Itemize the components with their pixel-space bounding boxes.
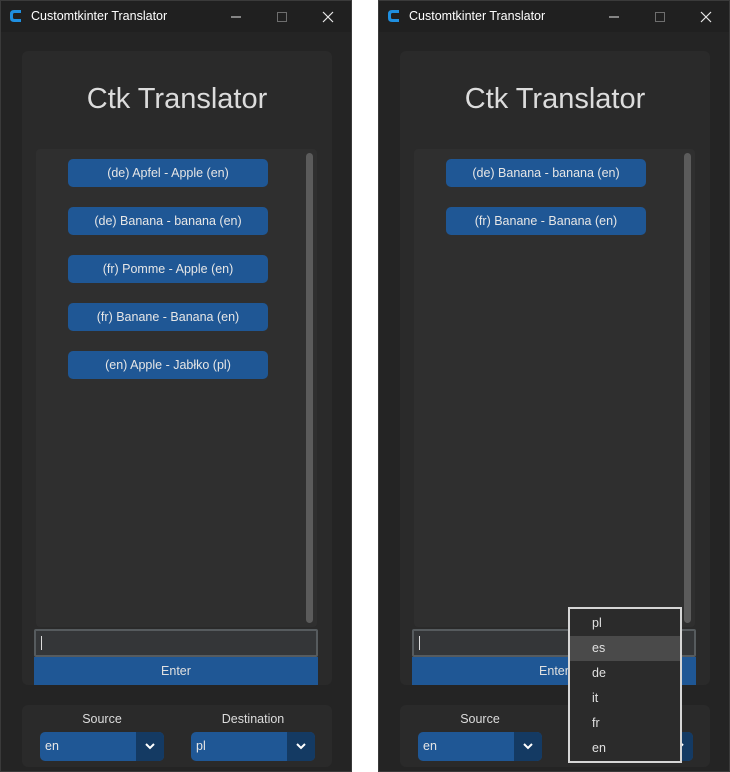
title-bar[interactable]: Customtkinter Translator bbox=[1, 1, 351, 32]
maximize-button[interactable] bbox=[637, 1, 683, 32]
close-button[interactable] bbox=[683, 1, 729, 32]
source-dropdown-arrow[interactable] bbox=[136, 732, 164, 761]
customtkinter-logo-icon bbox=[10, 10, 21, 22]
translation-entry[interactable]: (en) Apple - Jabłko (pl) bbox=[68, 351, 268, 379]
source-language-value: en bbox=[423, 739, 437, 753]
source-label: Source bbox=[82, 712, 122, 726]
maximize-button[interactable] bbox=[259, 1, 305, 32]
customtkinter-logo-icon bbox=[388, 10, 399, 22]
dropdown-option[interactable]: en bbox=[570, 736, 680, 761]
close-icon bbox=[322, 11, 334, 23]
chevron-down-icon bbox=[523, 743, 533, 750]
scrollbar[interactable] bbox=[306, 153, 313, 623]
minimize-button[interactable] bbox=[213, 1, 259, 32]
destination-label: Destination bbox=[221, 712, 285, 726]
destination-language-select[interactable]: pl bbox=[191, 732, 315, 761]
minimize-icon bbox=[231, 16, 241, 18]
destination-language-value: pl bbox=[196, 739, 206, 753]
minimize-icon bbox=[609, 16, 619, 18]
window-title: Customtkinter Translator bbox=[409, 9, 546, 23]
dropdown-option[interactable]: pl bbox=[570, 611, 680, 636]
dropdown-option[interactable]: fr bbox=[570, 711, 680, 736]
app-title: Ctk Translator bbox=[86, 83, 268, 115]
maximize-icon bbox=[655, 12, 665, 22]
word-input[interactable] bbox=[34, 629, 318, 657]
app-title: Ctk Translator bbox=[464, 83, 646, 115]
source-language-value: en bbox=[45, 739, 59, 753]
dropdown-option[interactable]: de bbox=[570, 661, 680, 686]
scrollbar[interactable] bbox=[684, 153, 691, 623]
window-title: Customtkinter Translator bbox=[31, 9, 168, 23]
translation-entry[interactable]: (de) Apfel - Apple (en) bbox=[68, 159, 268, 187]
title-bar[interactable]: Customtkinter Translator bbox=[379, 1, 729, 32]
chevron-down-icon bbox=[296, 743, 306, 750]
source-dropdown-arrow[interactable] bbox=[514, 732, 542, 761]
translations-list[interactable]: (de) Banana - banana (en) (fr) Banane - … bbox=[414, 149, 695, 627]
close-icon bbox=[700, 11, 712, 23]
text-caret bbox=[419, 636, 420, 650]
source-label: Source bbox=[460, 712, 500, 726]
translation-entry[interactable]: (fr) Banane - Banana (en) bbox=[446, 207, 646, 235]
destination-dropdown-menu[interactable]: pl es de it fr en bbox=[568, 607, 682, 763]
source-language-select[interactable]: en bbox=[40, 732, 164, 761]
dropdown-option[interactable]: it bbox=[570, 686, 680, 711]
translation-entry[interactable]: (de) Banana - banana (en) bbox=[446, 159, 646, 187]
source-language-select[interactable]: en bbox=[418, 732, 542, 761]
enter-button[interactable]: Enter bbox=[34, 657, 318, 685]
chevron-down-icon bbox=[145, 743, 155, 750]
translator-window-1: Customtkinter Translator Ctk Translator … bbox=[0, 0, 352, 772]
translation-entry[interactable]: (fr) Banane - Banana (en) bbox=[68, 303, 268, 331]
minimize-button[interactable] bbox=[591, 1, 637, 32]
translation-entry[interactable]: (de) Banana - banana (en) bbox=[68, 207, 268, 235]
translation-entry[interactable]: (fr) Pomme - Apple (en) bbox=[68, 255, 268, 283]
translations-list[interactable]: (de) Apfel - Apple (en) (de) Banana - ba… bbox=[36, 149, 317, 627]
close-button[interactable] bbox=[305, 1, 351, 32]
text-caret bbox=[41, 636, 42, 650]
destination-dropdown-arrow[interactable] bbox=[287, 732, 315, 761]
maximize-icon bbox=[277, 12, 287, 22]
dropdown-option[interactable]: es bbox=[570, 636, 680, 661]
